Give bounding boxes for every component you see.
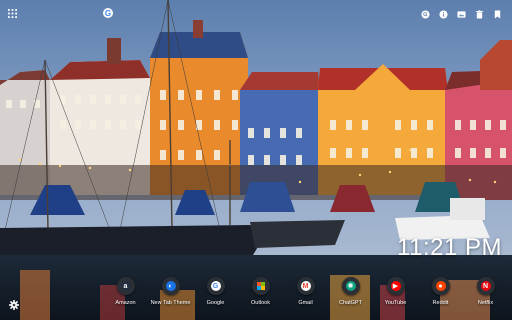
shortcut-label: Google — [206, 300, 225, 306]
google-icon-glyph: G — [210, 281, 221, 291]
info-icon[interactable] — [438, 9, 448, 19]
reddit-icon[interactable]: ● — [431, 277, 450, 295]
google-icon[interactable]: G — [206, 277, 225, 295]
clock-time: 11:21 PM — [397, 234, 502, 261]
youtube-icon[interactable]: ▶ — [386, 277, 405, 295]
shortcut-youtube[interactable]: ▶ YouTube — [373, 277, 418, 306]
shortcut-dock: a Amazon ◐ New Tab Theme G Google Outlook M Gmai… — [103, 277, 508, 306]
shortcut-netflix[interactable]: N Netflix — [463, 277, 508, 306]
apps-grid-icon[interactable] — [7, 8, 17, 18]
top-right-toolbar — [420, 9, 502, 19]
trash-icon[interactable] — [474, 9, 484, 19]
wallpaper-icon[interactable] — [456, 9, 466, 19]
bookmark-icon[interactable] — [492, 9, 502, 19]
gmail-icon-glyph: M — [300, 281, 311, 291]
shortcut-label: Amazon — [115, 300, 136, 306]
microsoft-icon[interactable] — [251, 277, 270, 295]
gmail-icon[interactable]: M — [296, 277, 315, 295]
netflix-icon[interactable]: N — [476, 277, 495, 295]
shortcut-new-tab-theme[interactable]: ◐ New Tab Theme — [148, 277, 193, 306]
shortcut-label: ChatGPT — [339, 300, 362, 306]
wallpaper-nyhavn — [0, 0, 512, 320]
search-icon[interactable] — [420, 9, 430, 19]
shortcut-label: Gmail — [298, 300, 313, 306]
shortcut-label: Outlook — [251, 300, 270, 306]
youtube-icon-glyph: ▶ — [390, 281, 401, 291]
shortcut-google[interactable]: G Google — [193, 277, 238, 306]
new-tab-theme-icon[interactable]: ◐ — [161, 277, 180, 295]
top-left-bar: G — [7, 8, 113, 18]
new-tab-theme-icon-glyph: ◐ — [165, 281, 176, 291]
shortcut-label: Netflix — [477, 300, 494, 306]
google-icon[interactable]: G — [103, 8, 113, 18]
shortcut-outlook[interactable]: Outlook — [238, 277, 283, 306]
chatgpt-icon-glyph: ✺ — [345, 281, 356, 291]
shortcut-label: YouTube — [384, 300, 407, 306]
shortcut-chatgpt[interactable]: ✺ ChatGPT — [328, 277, 373, 306]
amazon-icon[interactable]: a — [116, 277, 135, 295]
shortcut-amazon[interactable]: a Amazon — [103, 277, 148, 306]
amazon-icon-glyph: a — [120, 281, 131, 291]
chatgpt-icon[interactable]: ✺ — [341, 277, 360, 295]
gear-icon[interactable] — [9, 300, 19, 310]
microsoft-icon-glyph — [256, 282, 265, 290]
netflix-icon-glyph: N — [480, 281, 491, 291]
reddit-icon-glyph: ● — [435, 281, 446, 291]
shortcut-reddit[interactable]: ● Reddit — [418, 277, 463, 306]
shortcut-gmail[interactable]: M Gmail — [283, 277, 328, 306]
shortcut-label: Reddit — [432, 300, 449, 306]
shortcut-label: New Tab Theme — [150, 300, 191, 306]
